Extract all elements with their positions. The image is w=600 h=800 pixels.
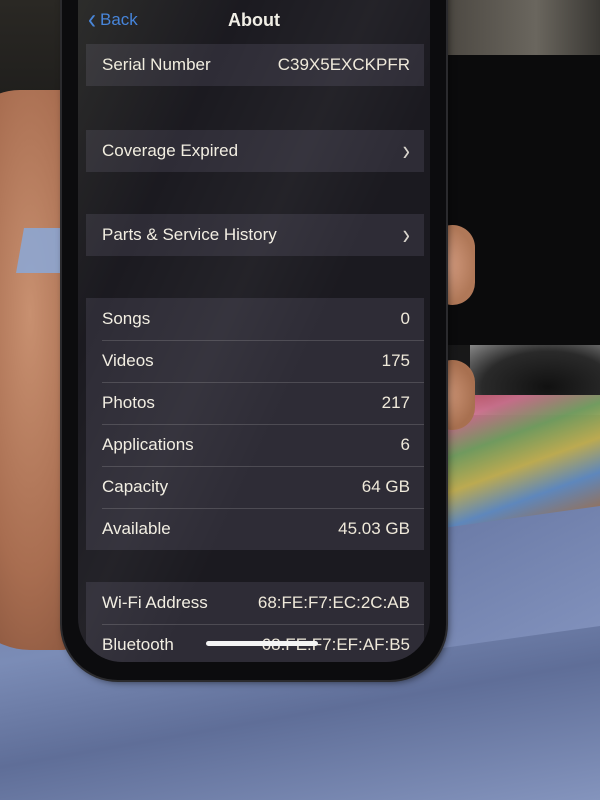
row-label: Parts & Service History <box>102 225 277 244</box>
row-label: Videos <box>102 351 154 370</box>
row-value: 64 GB <box>361 477 410 496</box>
available-row: Available 45.03 GB <box>86 508 424 550</box>
network-group: Wi-Fi Address 68:FE:F7:EC:2C:AB Bluetoot… <box>86 582 424 662</box>
chevron-right-icon: › <box>402 134 410 167</box>
photos-row: Photos 217 <box>86 382 424 424</box>
row-label: Available <box>102 519 171 538</box>
songs-row: Songs 0 <box>86 298 424 340</box>
row-value: 0 <box>400 309 410 328</box>
row-label: Songs <box>102 309 151 328</box>
coverage-group: Coverage Expired › <box>86 130 424 172</box>
home-indicator[interactable] <box>206 641 318 646</box>
page-title: About <box>228 10 280 30</box>
navigation-bar: ‹ Back About <box>78 0 430 44</box>
row-value: 175 <box>381 351 410 370</box>
row-label: Applications <box>102 435 194 454</box>
row-label: Serial Number <box>102 55 211 74</box>
parts-service-history-row[interactable]: Parts & Service History › <box>86 214 424 256</box>
row-value: 68:FE:F7:EC:2C:AB <box>257 593 410 612</box>
row-value: 45.03 GB <box>338 519 410 538</box>
wifi-address-row: Wi-Fi Address 68:FE:F7:EC:2C:AB <box>86 582 424 624</box>
row-label: Wi-Fi Address <box>102 593 208 612</box>
row-label: Capacity <box>102 477 169 496</box>
row-value: C39X5EXCKPFR <box>277 55 410 74</box>
row-value: 217 <box>381 393 410 412</box>
chevron-right-icon: › <box>402 218 410 251</box>
capacity-row: Capacity 64 GB <box>86 466 424 508</box>
applications-row: Applications 6 <box>86 424 424 466</box>
phone-screen: ‹ Back About Serial Number C39X5EXCKPFR … <box>78 0 430 662</box>
row-label: Bluetooth <box>102 635 174 654</box>
videos-row: Videos 175 <box>86 340 424 382</box>
service-group: Parts & Service History › <box>86 214 424 256</box>
background-top-right <box>440 0 600 60</box>
serial-group: Serial Number C39X5EXCKPFR <box>86 44 424 86</box>
row-label: Coverage Expired <box>102 141 239 160</box>
serial-number-row[interactable]: Serial Number C39X5EXCKPFR <box>86 44 424 86</box>
row-value: 6 <box>400 435 410 454</box>
media-group: Songs 0 Videos 175 Photos 217 Applicatio… <box>86 298 424 550</box>
row-label: Photos <box>102 393 155 412</box>
coverage-row[interactable]: Coverage Expired › <box>86 130 424 172</box>
